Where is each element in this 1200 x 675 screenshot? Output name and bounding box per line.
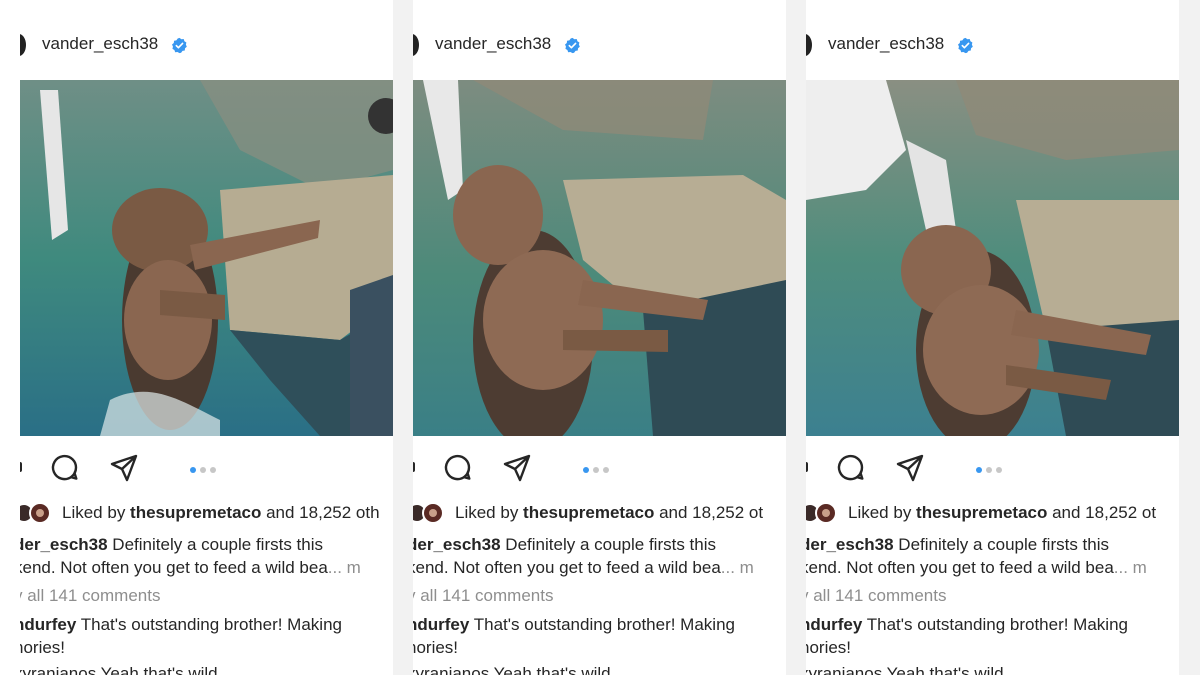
liked-prefix: Liked by (62, 503, 131, 522)
post-caption: der_esch38 Definitely a couple firsts th… (806, 533, 1179, 579)
caption-text-2: kend. Not often you get to feed a wild b… (806, 558, 1114, 577)
carousel-dot-active (976, 466, 982, 473)
liked-by: Liked by thesupremetaco and 18,252 ot (413, 500, 786, 526)
verified-badge-icon (958, 37, 973, 54)
comment-username[interactable]: ndurfey (20, 615, 76, 634)
caption-username[interactable]: der_esch38 (413, 535, 501, 554)
liked-prefix: Liked by (455, 503, 524, 522)
username[interactable]: vander_esch38 (435, 34, 551, 54)
liked-text: Liked by thesupremetaco and 18,252 oth (62, 503, 380, 523)
liked-prefix: Liked by (848, 503, 917, 522)
caption-text-1: Definitely a couple firsts this (500, 535, 716, 554)
comment-icon[interactable] (835, 452, 867, 484)
caption-username[interactable]: der_esch38 (806, 535, 894, 554)
share-icon[interactable] (108, 452, 140, 484)
caption-text-1: Definitely a couple firsts this (893, 535, 1109, 554)
username[interactable]: vander_esch38 (828, 34, 944, 54)
comment-text-2: nories! (20, 638, 66, 657)
caption-text-2: kend. Not often you get to feed a wild b… (413, 558, 721, 577)
comment-cutoff: xyranianos Yeah that's wild (20, 664, 218, 675)
liked-text: Liked by thesupremetaco and 18,252 ot (848, 503, 1156, 523)
like-icon[interactable] (20, 462, 22, 472)
carousel-dot (603, 466, 609, 473)
liked-avatars[interactable] (413, 502, 447, 524)
comment-cutoff: xyranianos Yeah that's wild (413, 664, 611, 675)
panel-divider (393, 0, 413, 675)
more-link[interactable]: ... m (328, 558, 361, 577)
carousel-dot (996, 466, 1002, 473)
post-photo[interactable] (20, 80, 393, 436)
post-actions (20, 448, 393, 484)
carousel-dot (593, 466, 599, 473)
carousel-dots (583, 461, 613, 473)
post-panel-1: vander_esch38 Liked by thesupremetaco an… (20, 0, 393, 675)
carousel-dots (976, 461, 1006, 473)
verified-badge-icon (565, 37, 580, 54)
liked-text: Liked by thesupremetaco and 18,252 ot (455, 503, 763, 523)
post-panel-2: vander_esch38 Liked by thesupremetaco an… (413, 0, 786, 675)
view-comments-link[interactable]: v all 141 comments (413, 586, 553, 606)
liked-user[interactable]: thesupremetaco (916, 503, 1047, 522)
post-actions (806, 448, 1179, 484)
liked-avatars[interactable] (20, 502, 54, 524)
post-caption: der_esch38 Definitely a couple firsts th… (20, 533, 393, 579)
liked-avatars[interactable] (806, 502, 840, 524)
post-header: vander_esch38 (20, 28, 393, 62)
liked-suffix[interactable]: and 18,252 oth (261, 503, 379, 522)
caption-text-1: Definitely a couple firsts this (107, 535, 323, 554)
comment-text-1: That's outstanding brother! Making (469, 615, 735, 634)
panel-divider (1179, 0, 1200, 675)
share-icon[interactable] (894, 452, 926, 484)
more-link[interactable]: ... m (1114, 558, 1147, 577)
avatar[interactable] (20, 32, 28, 58)
liked-suffix[interactable]: and 18,252 ot (654, 503, 763, 522)
comment-username[interactable]: ndurfey (806, 615, 862, 634)
comment-username[interactable]: ndurfey (413, 615, 469, 634)
username[interactable]: vander_esch38 (42, 34, 158, 54)
comment-icon[interactable] (49, 452, 81, 484)
post-actions (413, 448, 786, 484)
post-header: vander_esch38 (806, 28, 1179, 62)
like-icon[interactable] (806, 462, 808, 472)
caption-text-2: kend. Not often you get to feed a wild b… (20, 558, 328, 577)
carousel-dot-active (190, 466, 196, 473)
verified-badge-icon (172, 37, 187, 54)
panel-divider (786, 0, 806, 675)
liked-by: Liked by thesupremetaco and 18,252 ot (806, 500, 1179, 526)
liked-by: Liked by thesupremetaco and 18,252 oth (20, 500, 393, 526)
comment-item: ndurfey That's outstanding brother! Maki… (806, 613, 1179, 659)
post-header: vander_esch38 (413, 28, 786, 62)
carousel-dots (190, 461, 220, 473)
share-icon[interactable] (501, 452, 533, 484)
carousel-dot (986, 466, 992, 473)
liked-suffix[interactable]: and 18,252 ot (1047, 503, 1156, 522)
post-panel-3: vander_esch38 Liked by thesupremetaco an… (806, 0, 1179, 675)
avatar[interactable] (806, 32, 814, 58)
comment-item: ndurfey That's outstanding brother! Maki… (413, 613, 786, 659)
post-caption: der_esch38 Definitely a couple firsts th… (413, 533, 786, 579)
view-comments-link[interactable]: v all 141 comments (20, 586, 160, 606)
comment-cutoff: xyranianos Yeah that's wild (806, 664, 1004, 675)
more-link[interactable]: ... m (721, 558, 754, 577)
view-comments-link[interactable]: v all 141 comments (806, 586, 946, 606)
carousel-dot-active (583, 466, 589, 473)
like-icon[interactable] (413, 462, 415, 472)
comment-text-2: nories! (806, 638, 852, 657)
liked-user[interactable]: thesupremetaco (130, 503, 261, 522)
comment-text-1: That's outstanding brother! Making (76, 615, 342, 634)
post-photo[interactable] (413, 80, 786, 436)
comment-item: ndurfey That's outstanding brother! Maki… (20, 613, 393, 659)
comment-icon[interactable] (442, 452, 474, 484)
carousel-dot (210, 466, 216, 473)
comment-text-1: That's outstanding brother! Making (862, 615, 1128, 634)
carousel-dot (200, 466, 206, 473)
post-photo[interactable] (806, 80, 1179, 436)
caption-username[interactable]: der_esch38 (20, 535, 108, 554)
comment-text-2: nories! (413, 638, 459, 657)
avatar[interactable] (413, 32, 421, 58)
liked-user[interactable]: thesupremetaco (523, 503, 654, 522)
